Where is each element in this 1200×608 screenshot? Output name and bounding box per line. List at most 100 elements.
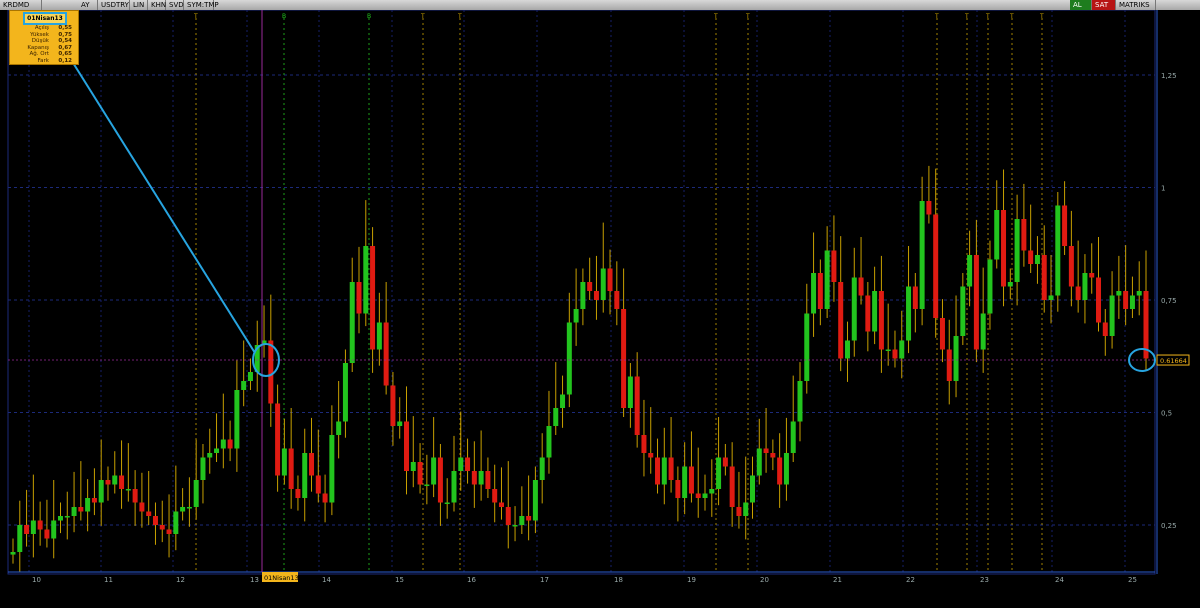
candle-body bbox=[78, 507, 84, 512]
candle-body bbox=[44, 529, 50, 539]
event-marker: T bbox=[713, 13, 718, 20]
candle-body bbox=[872, 291, 878, 332]
candle-body bbox=[811, 273, 817, 314]
buy-button[interactable]: AL bbox=[1070, 0, 1092, 10]
candle-body bbox=[1096, 277, 1102, 323]
candle-body bbox=[743, 502, 749, 516]
candle-body bbox=[1136, 291, 1142, 296]
period-button[interactable]: AY bbox=[78, 0, 98, 10]
event-marker: T bbox=[1009, 13, 1014, 20]
candle-body bbox=[505, 507, 511, 525]
candle-body bbox=[24, 525, 30, 534]
candle-body bbox=[661, 457, 667, 485]
candle-body bbox=[763, 448, 769, 453]
candle-body bbox=[302, 453, 308, 498]
candle-body bbox=[682, 466, 688, 498]
candle-body bbox=[247, 372, 253, 381]
linear-button[interactable]: LIN bbox=[130, 0, 148, 10]
sell-button[interactable]: SAT bbox=[1092, 0, 1116, 10]
event-marker: T bbox=[964, 13, 969, 20]
candle-body bbox=[1116, 291, 1122, 296]
candle-body bbox=[967, 255, 973, 287]
candle-body bbox=[750, 475, 756, 503]
x-tick-label: 10 bbox=[32, 576, 41, 584]
candle-body bbox=[465, 457, 471, 471]
candle-body bbox=[770, 453, 776, 458]
candle-body bbox=[736, 507, 742, 516]
candle-body bbox=[200, 457, 206, 480]
candle-body bbox=[600, 268, 606, 300]
candle-body bbox=[397, 421, 403, 426]
event-marker: T bbox=[420, 13, 425, 20]
event-marker: B bbox=[282, 13, 286, 20]
event-marker: T bbox=[934, 13, 939, 20]
candle-body bbox=[1109, 295, 1115, 336]
y-tick-label: 1 bbox=[1161, 185, 1165, 193]
candle-body bbox=[363, 246, 369, 314]
candle-body bbox=[458, 457, 464, 471]
candle-body bbox=[885, 349, 891, 351]
x-tick-label: 11 bbox=[104, 576, 113, 584]
candle-body bbox=[980, 313, 986, 350]
candle-body bbox=[933, 214, 939, 318]
candle-body bbox=[417, 462, 423, 485]
candle-body bbox=[268, 340, 274, 404]
candle-body bbox=[641, 435, 647, 453]
khn-button[interactable]: KHN bbox=[148, 0, 166, 10]
candle-body bbox=[851, 277, 857, 341]
candle-body bbox=[926, 201, 932, 215]
usdtry-button[interactable]: USDTRY bbox=[98, 0, 130, 10]
candle-body bbox=[939, 318, 945, 350]
candlestick-chart: T B B T T T T T T T T T 0,25 0,5 0,75 1 1,25 10 11 12 13 01… bbox=[0, 10, 1200, 608]
candle-body bbox=[180, 507, 186, 512]
candle-body bbox=[953, 336, 959, 381]
candle-body bbox=[214, 448, 220, 453]
svd-button[interactable]: SVD bbox=[166, 0, 184, 10]
candle-body bbox=[716, 457, 722, 489]
candle-body bbox=[424, 484, 430, 486]
symbol-selector[interactable]: KRDMD bbox=[0, 0, 42, 10]
candle-body bbox=[648, 453, 654, 458]
candle-body bbox=[125, 489, 131, 491]
candle-body bbox=[98, 480, 104, 503]
candle-body bbox=[383, 322, 389, 386]
candle-body bbox=[220, 439, 226, 449]
x-tick-label: 24 bbox=[1055, 576, 1064, 584]
candle-body bbox=[695, 493, 701, 498]
matrix-button[interactable]: MATRIKS bbox=[1116, 0, 1156, 10]
candle-body bbox=[560, 394, 566, 408]
candle-body bbox=[349, 282, 355, 363]
candle-body bbox=[478, 471, 484, 485]
candle-body bbox=[1007, 282, 1013, 287]
candle-body bbox=[1129, 295, 1135, 309]
candle-body bbox=[152, 516, 158, 525]
candle-body bbox=[1075, 286, 1081, 300]
x-tick-label: 22 bbox=[906, 576, 915, 584]
candle-body bbox=[241, 381, 247, 390]
candle-body bbox=[281, 448, 287, 476]
info-row: Fark 0,12 bbox=[10, 58, 76, 65]
candle-body bbox=[783, 453, 789, 485]
candle-body bbox=[403, 421, 409, 471]
candle-body bbox=[675, 480, 681, 498]
candle-body bbox=[722, 457, 728, 467]
x-tick-label: 17 bbox=[540, 576, 549, 584]
info-value: 0,12 bbox=[58, 57, 72, 64]
template-button[interactable]: SYM:TMP bbox=[184, 0, 219, 10]
candle-body bbox=[831, 250, 837, 282]
candle-body bbox=[173, 511, 179, 534]
candle-body bbox=[1055, 205, 1061, 296]
candle-body bbox=[580, 282, 586, 309]
candle-body bbox=[288, 448, 294, 489]
x-tick-label: 01Nisan13 bbox=[264, 574, 299, 582]
candle-body bbox=[91, 498, 97, 503]
candle-body bbox=[193, 480, 199, 507]
candle-body bbox=[329, 435, 335, 503]
candle-body bbox=[139, 502, 145, 512]
candle-body bbox=[824, 250, 830, 309]
candle-body bbox=[892, 349, 898, 359]
candle-body bbox=[336, 421, 342, 435]
candle-body bbox=[17, 525, 23, 552]
candle-body bbox=[51, 520, 57, 539]
candle-body bbox=[159, 525, 165, 530]
